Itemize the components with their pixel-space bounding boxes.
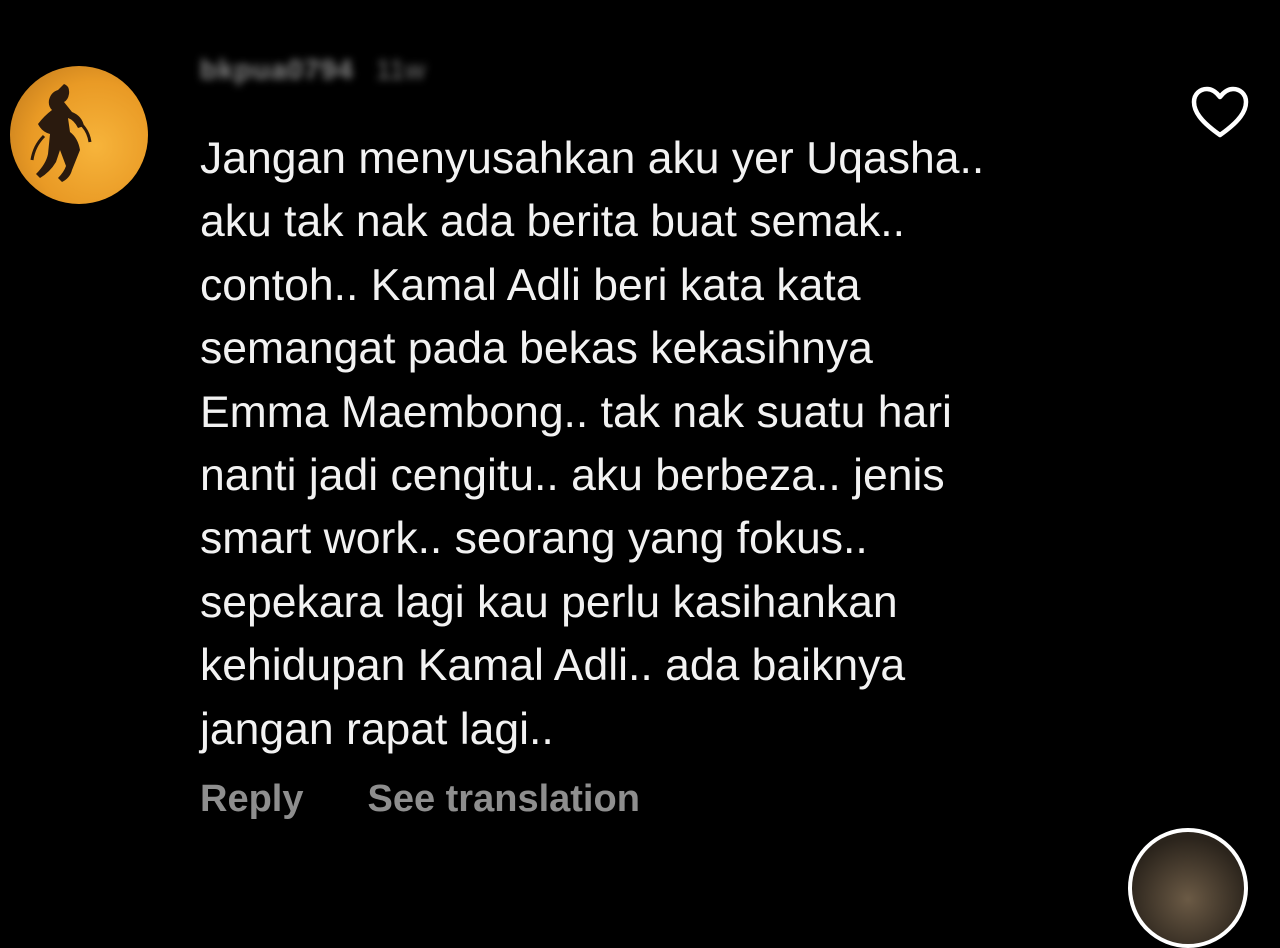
- comment-line: kehidupan Kamal Adli.. ada baiknya: [200, 641, 906, 691]
- see-translation-button[interactable]: See translation: [367, 778, 639, 821]
- comment-line: semangat pada bekas kekasihnya: [200, 324, 873, 374]
- comment-time: 11w: [375, 54, 426, 85]
- comment-line: jangan rapat lagi..: [200, 704, 554, 754]
- avatar-figure-icon: [30, 84, 92, 182]
- comment: bkpua0794 11w Jangan menyusahkan aku yer…: [0, 0, 1280, 948]
- comment-line: Jangan menyusahkan aku yer Uqasha..: [200, 134, 985, 183]
- comment-header: bkpua0794 11w: [200, 52, 570, 88]
- comment-line: smart work.. seorang yang fokus..: [200, 514, 868, 564]
- comment-line: aku tak nak ada berita buat semak..: [200, 197, 906, 247]
- next-comment-avatar[interactable]: [1128, 828, 1248, 948]
- username[interactable]: bkpua0794: [200, 54, 354, 86]
- comment-line: sepekara lagi kau perlu kasihankan: [200, 577, 898, 627]
- comment-line: contoh.. Kamal Adli beri kata kata: [200, 260, 861, 310]
- comment-line: nanti jadi cengitu.. aku berbeza.. jenis: [200, 451, 945, 501]
- comment-text: Jangan menyusahkan aku yer Uqasha.. aku …: [200, 127, 1200, 761]
- comment-actions: Reply See translation: [200, 778, 640, 821]
- avatar[interactable]: [10, 66, 148, 204]
- comment-line: Emma Maembong.. tak nak suatu hari: [200, 387, 952, 437]
- reply-button[interactable]: Reply: [200, 778, 303, 821]
